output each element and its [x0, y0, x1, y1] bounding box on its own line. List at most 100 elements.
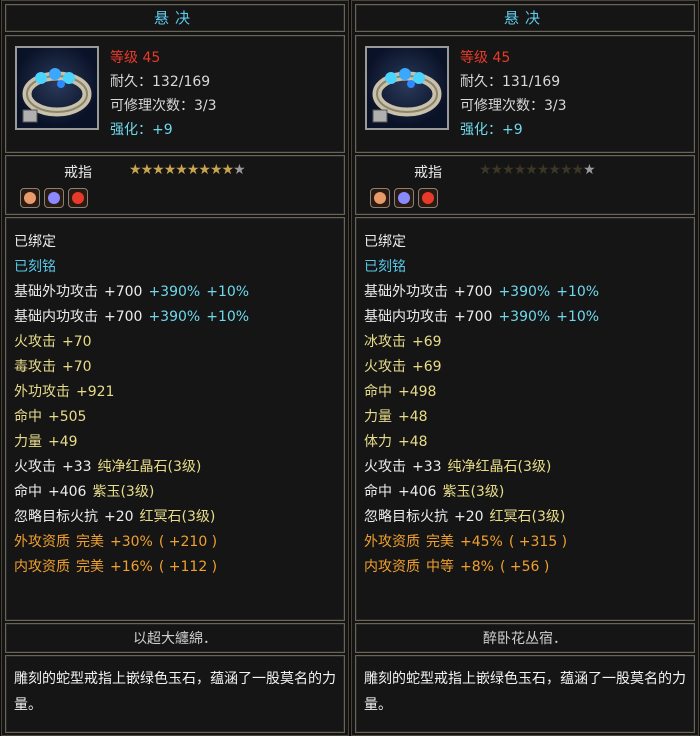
stat-row: 命中 +498 — [356, 380, 599, 405]
stat-row: 内攻资质 中等 +8% ( +56 ) — [356, 555, 599, 580]
stat-label: 基础外功攻击 — [364, 284, 448, 300]
stat-value: +70 — [62, 334, 92, 350]
stat-label: 命中 — [14, 484, 42, 500]
stat-row: 火攻击 +69 — [356, 355, 599, 380]
stat-value: +700 — [104, 284, 143, 300]
gem-sockets — [370, 188, 442, 212]
stat-value: +406 — [398, 484, 437, 500]
stat-label: 基础内功攻击 — [364, 309, 448, 325]
stat-value: +700 — [454, 284, 493, 300]
stat-gem-source: 紫玉(3级) — [92, 484, 155, 500]
stat-row: 火攻击 +33 纯净红晶石(3级) — [6, 455, 249, 480]
stat-value: +20 — [104, 509, 134, 525]
stat-bonus: +390% — [148, 309, 201, 325]
stat-label: 火攻击 — [14, 459, 56, 475]
ring-icon — [365, 46, 449, 130]
stat-bonus: +390% — [148, 284, 201, 300]
stat-row: 力量 +48 — [356, 405, 599, 430]
star-icon: ★ — [140, 162, 154, 178]
star-icon: ★ — [152, 162, 165, 178]
stat-label: 命中 — [14, 409, 42, 425]
item-tooltip-left: 悬决 等级 45 耐久：132/169 可修理次数：3/3 强化：+9 戒指 ★… — [1, 0, 349, 736]
stat-gem-source: 红冥石(3级) — [139, 509, 216, 525]
stat-label: 内攻资质 — [14, 559, 70, 575]
enhance-label: 强化：+9 — [460, 122, 523, 138]
level-label: 等级 45 — [460, 50, 511, 66]
star-icon: ★ — [186, 162, 200, 178]
stat-value: +20 — [454, 509, 484, 525]
engraved-status: 已刻铭 — [14, 259, 56, 275]
star-icon: ★ — [513, 162, 527, 178]
enhance-value: +9 — [152, 122, 173, 138]
stat-value: +700 — [104, 309, 143, 325]
stat-value: +505 — [48, 409, 87, 425]
crafter-name: 以超大纏綿． — [5, 623, 345, 653]
stat-row: 力量 +49 — [6, 430, 249, 455]
stat-value: 完美 — [76, 559, 104, 575]
gem-icon[interactable] — [68, 188, 88, 208]
star-icon: ★ — [571, 162, 585, 178]
stat-value: +69 — [412, 334, 442, 350]
item-header: 等级 45 耐久：132/169 可修理次数：3/3 强化：+9 — [5, 35, 345, 153]
star-icon: ★ — [583, 162, 596, 178]
stat-value: +921 — [76, 384, 115, 400]
stat-row: 基础外功攻击 +700 +390% +10% — [356, 280, 599, 305]
gem-icon[interactable] — [20, 188, 40, 208]
stat-row: 命中 +505 — [6, 405, 249, 430]
repair-count-label: 可修理次数：3/3 — [110, 98, 217, 114]
stat-value: +49 — [48, 434, 78, 450]
stat-bonus: ( +56 ) — [499, 559, 550, 575]
item-type-panel: 戒指 ★★★★★★★★★★ — [355, 155, 695, 215]
star-icon: ★ — [479, 162, 492, 178]
stat-label: 基础内功攻击 — [14, 309, 98, 325]
star-icon: ★ — [536, 162, 550, 178]
stat-row: 火攻击 +33 纯净红晶石(3级) — [356, 455, 599, 480]
stat-gem-source: 紫玉(3级) — [442, 484, 505, 500]
stat-bonus: +10% — [206, 309, 250, 325]
stat-row: 命中 +406 紫玉(3级) — [6, 480, 249, 505]
stat-bonus: +390% — [498, 309, 551, 325]
star-icon: ★ — [198, 162, 211, 178]
bound-status: 已绑定 — [364, 234, 406, 250]
stat-label: 火攻击 — [14, 334, 56, 350]
stat-bonus: ( +315 ) — [508, 534, 568, 550]
gem-sockets — [20, 188, 92, 212]
stat-row: 命中 +406 紫玉(3级) — [356, 480, 599, 505]
stat-label: 力量 — [14, 434, 42, 450]
stat-value: +48 — [398, 409, 428, 425]
item-type-panel: 戒指 ★★★★★★★★★★ — [5, 155, 345, 215]
stat-label: 火攻击 — [364, 459, 406, 475]
stat-value: +33 — [62, 459, 92, 475]
stat-value: 完美 — [426, 534, 454, 550]
stat-row: 体力 +48 — [356, 430, 599, 455]
star-icon: ★ — [221, 162, 235, 178]
stat-label: 外攻资质 — [364, 534, 420, 550]
stat-label: 忽略目标火抗 — [364, 509, 448, 525]
stat-value: +48 — [398, 434, 428, 450]
stat-bonus: +10% — [556, 284, 600, 300]
gem-icon[interactable] — [370, 188, 390, 208]
stat-label: 基础外功攻击 — [14, 284, 98, 300]
crafter-name: 醉卧花丛宿． — [355, 623, 695, 653]
stat-row: 火攻击 +70 — [6, 330, 249, 355]
item-title: 悬决 — [355, 4, 695, 32]
star-icon: ★ — [525, 162, 538, 178]
stat-label: 冰攻击 — [364, 334, 406, 350]
gem-icon[interactable] — [44, 188, 64, 208]
stats-panel: 已绑定 已刻铭 基础外功攻击 +700 +390% +10% 基础内功攻击 +700 +39… — [355, 217, 695, 621]
stat-label: 命中 — [364, 384, 392, 400]
gem-icon[interactable] — [418, 188, 438, 208]
engraved-status: 已刻铭 — [364, 259, 406, 275]
stat-label: 火攻击 — [364, 359, 406, 375]
stat-row: 内攻资质 完美 +16% ( +112 ) — [6, 555, 249, 580]
gem-icon[interactable] — [394, 188, 414, 208]
star-rating: ★★★★★★★★★★ — [479, 162, 596, 178]
stat-label: 体力 — [364, 434, 392, 450]
stat-label: 外功攻击 — [14, 384, 70, 400]
stat-bonus: +30% — [110, 534, 153, 550]
stat-value: +700 — [454, 309, 493, 325]
item-tooltip-right: 悬决 等级 45 耐久：131/169 可修理次数：3/3 强化：+9 戒指 ★… — [351, 0, 699, 736]
stat-bonus: +45% — [460, 534, 503, 550]
ring-icon — [15, 46, 99, 130]
stat-row: 外功攻击 +921 — [6, 380, 249, 405]
